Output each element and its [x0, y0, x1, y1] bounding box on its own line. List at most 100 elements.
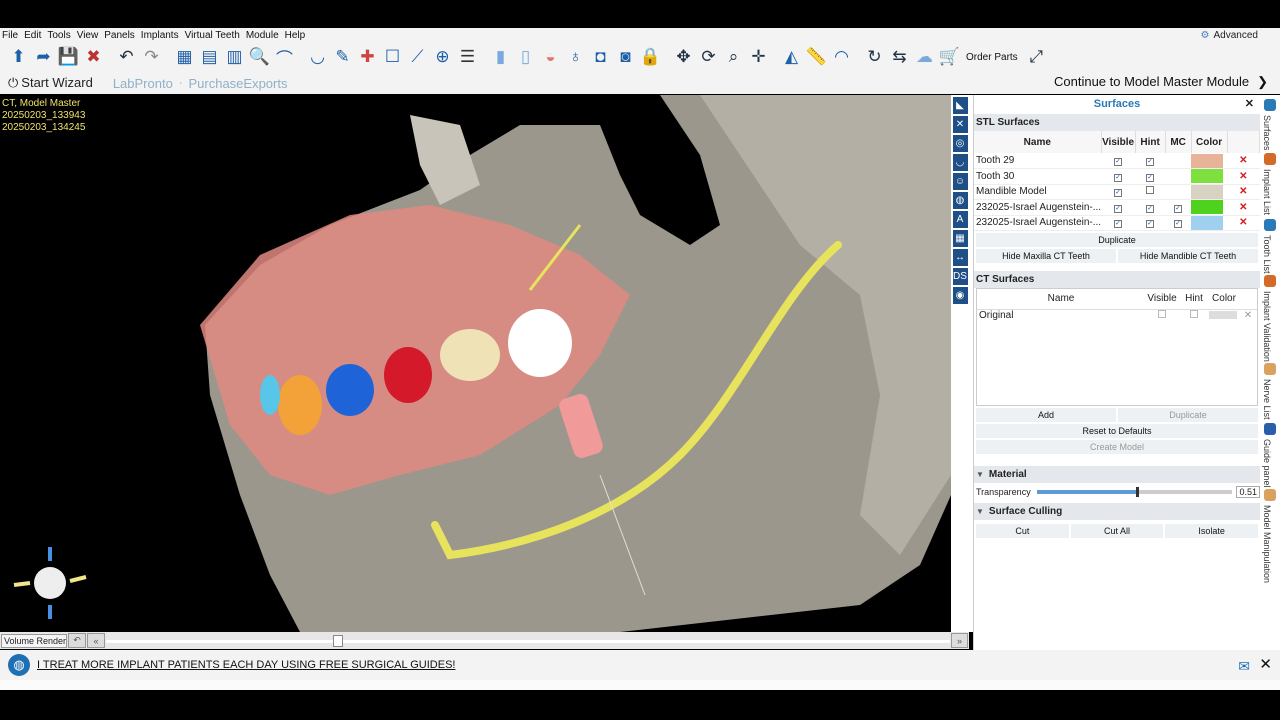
stl-visible-checkbox[interactable]: ✓ — [1114, 189, 1123, 198]
stl-hint-checkbox[interactable]: ✓ — [1146, 173, 1155, 182]
stl-mc-checkbox[interactable] — [1174, 155, 1183, 163]
stl-row-name[interactable]: Tooth 30 — [974, 168, 1102, 185]
ruler-icon[interactable]: 📏 — [804, 45, 829, 70]
rewind-icon[interactable]: « — [87, 633, 105, 648]
timeline-track[interactable] — [106, 640, 950, 643]
side-tab-implant-validation[interactable]: Implant Validation — [1262, 291, 1272, 362]
table-row[interactable]: Tooth 29 ✓ ✓ ✕ — [974, 153, 1260, 169]
ct-visible-checkbox[interactable] — [1158, 309, 1166, 318]
transparency-knob[interactable] — [1135, 487, 1139, 497]
face-view-icon[interactable]: ☺ — [952, 173, 968, 190]
stl-header-name[interactable]: Name — [974, 131, 1102, 153]
open-icon[interactable]: ➦ — [31, 45, 56, 70]
stl-row-name[interactable]: 232025-Israel Augenstein-... — [974, 199, 1102, 216]
stl-mc-checkbox[interactable]: ✓ — [1174, 204, 1183, 213]
ct-header-visible[interactable]: Visible — [1145, 289, 1179, 310]
orientation-head-icon[interactable] — [10, 543, 90, 623]
menu-item-file[interactable]: File — [2, 30, 18, 41]
delete-icon[interactable]: ✕ — [1239, 309, 1257, 321]
menu-item-panels[interactable]: Panels — [104, 30, 135, 41]
menu-item-edit[interactable]: Edit — [24, 30, 41, 41]
sphere-icon[interactable]: ◍ — [952, 192, 968, 209]
width-icon[interactable]: ↔ — [952, 249, 968, 266]
order-parts-label[interactable]: Order Parts — [966, 52, 1018, 63]
table-row[interactable]: Mandible Model ✓ ✕ — [974, 184, 1260, 200]
list-icon[interactable]: ☰ — [455, 45, 480, 70]
ct-header-color[interactable]: Color — [1209, 289, 1239, 310]
table-row[interactable]: Original ✕ — [977, 309, 1257, 321]
ct-duplicate-button[interactable]: Duplicate — [1118, 408, 1258, 422]
stl-mc-checkbox[interactable] — [1174, 170, 1183, 179]
link-icon[interactable]: ↶ — [68, 633, 86, 648]
menu-item-help[interactable]: Help — [285, 30, 306, 41]
cart-icon[interactable]: 🛒 — [937, 45, 962, 70]
mode-indicator[interactable]: ⚙ Advanced — [1201, 28, 1258, 42]
forward-icon[interactable]: » — [951, 633, 968, 648]
surface-icon[interactable]: ◭ — [779, 45, 804, 70]
stl-visible-checkbox[interactable]: ✓ — [1114, 220, 1123, 229]
isolate-button[interactable]: Isolate — [1165, 524, 1259, 538]
menu-item-view[interactable]: View — [77, 30, 99, 41]
stl-visible-checkbox[interactable]: ✓ — [1114, 173, 1123, 182]
import-icon[interactable]: ⬆ — [6, 45, 31, 70]
stl-hint-checkbox[interactable] — [1146, 186, 1155, 195]
guide-icon[interactable]: ◙ — [613, 45, 638, 70]
maximize-view-icon[interactable]: ◣ — [952, 97, 968, 114]
table-row[interactable]: 232025-Israel Augenstein-... ✓ ✓ ✓ ✕ — [974, 199, 1260, 216]
ct-header-name[interactable]: Name — [977, 289, 1145, 310]
stl-hint-checkbox[interactable]: ✓ — [1146, 220, 1155, 229]
undo-icon[interactable]: ↶ — [114, 45, 139, 70]
stl-mc-checkbox[interactable] — [1174, 186, 1183, 195]
labpronto-link[interactable]: LabPronto — [113, 76, 173, 91]
ct-header-hint[interactable]: Hint — [1179, 289, 1209, 310]
ct-hint-checkbox[interactable] — [1190, 309, 1198, 318]
ct-section-header[interactable]: CT Surfaces — [974, 271, 1260, 288]
create-model-button[interactable]: Create Model — [976, 440, 1258, 454]
delete-icon[interactable]: ✕ — [1227, 215, 1260, 231]
stl-color-swatch[interactable] — [1191, 215, 1224, 230]
slices-icon[interactable]: ▤ — [197, 45, 222, 70]
reset-defaults-button[interactable]: Reset to Defaults — [976, 424, 1258, 438]
reset-view-icon[interactable]: ↻ — [862, 45, 887, 70]
hide-mandible-button[interactable]: Hide Mandible CT Teeth — [1118, 249, 1258, 263]
mail-icon[interactable]: ✉ — [1238, 658, 1250, 675]
menu-item-implants[interactable]: Implants — [141, 30, 179, 41]
cut-button[interactable]: Cut — [976, 524, 1069, 538]
implant-icon[interactable]: ▮ — [488, 45, 513, 70]
ct-row-name[interactable]: Original — [977, 309, 1145, 321]
stl-duplicate-button[interactable]: Duplicate — [976, 233, 1258, 247]
nerve-draw-icon[interactable]: ✎ — [330, 45, 355, 70]
teeth-view-icon[interactable]: ◎ — [952, 135, 968, 152]
stl-visible-checkbox[interactable]: ✓ — [1114, 204, 1123, 213]
redo-icon[interactable]: ↷ — [139, 45, 164, 70]
transparency-slider[interactable] — [1036, 487, 1233, 497]
start-wizard-button[interactable]: ⏻ Start Wizard — [8, 75, 93, 91]
move-icon[interactable]: ✛ — [746, 45, 771, 70]
sleeve-icon[interactable]: ◘ — [588, 45, 613, 70]
stl-row-name[interactable]: Tooth 29 — [974, 153, 1102, 169]
crown-icon[interactable]: ◒ — [538, 45, 563, 70]
stl-color-swatch[interactable] — [1191, 200, 1224, 215]
lock-icon[interactable]: 🔒 — [638, 45, 663, 70]
angle-icon[interactable]: ◠ — [829, 45, 854, 70]
camera-icon[interactable]: ◉ — [952, 287, 968, 304]
mandible-icon[interactable]: ◡ — [305, 45, 330, 70]
material-section-header[interactable]: ▼ Material — [974, 466, 1260, 483]
close-icon[interactable]: ✕ — [1245, 97, 1254, 110]
stl-visible-checkbox[interactable]: ✓ — [1114, 158, 1123, 166]
arch-curve-icon[interactable]: ⌒ — [272, 45, 297, 70]
timeline-thumb[interactable] — [333, 635, 343, 647]
side-tab-nerve-list[interactable]: Nerve List — [1262, 379, 1272, 420]
hide-maxilla-button[interactable]: Hide Maxilla CT Teeth — [976, 249, 1116, 263]
stl-mc-checkbox[interactable]: ✓ — [1174, 220, 1183, 229]
ct-color-swatch[interactable] — [1209, 311, 1237, 320]
implant-plus-icon[interactable]: ⊕ — [430, 45, 455, 70]
stl-section-header[interactable]: STL Surfaces — [974, 114, 1260, 131]
add-implant-icon[interactable]: ✚ — [355, 45, 380, 70]
expand-icon[interactable]: ⤢ — [1024, 45, 1049, 70]
delete-icon[interactable]: ✕ — [1227, 168, 1260, 185]
stl-color-swatch[interactable] — [1191, 153, 1224, 168]
stl-hint-checkbox[interactable]: ✓ — [1146, 158, 1155, 166]
stl-hint-checkbox[interactable]: ✓ — [1146, 204, 1155, 213]
panoramic-icon[interactable]: ▥ — [222, 45, 247, 70]
